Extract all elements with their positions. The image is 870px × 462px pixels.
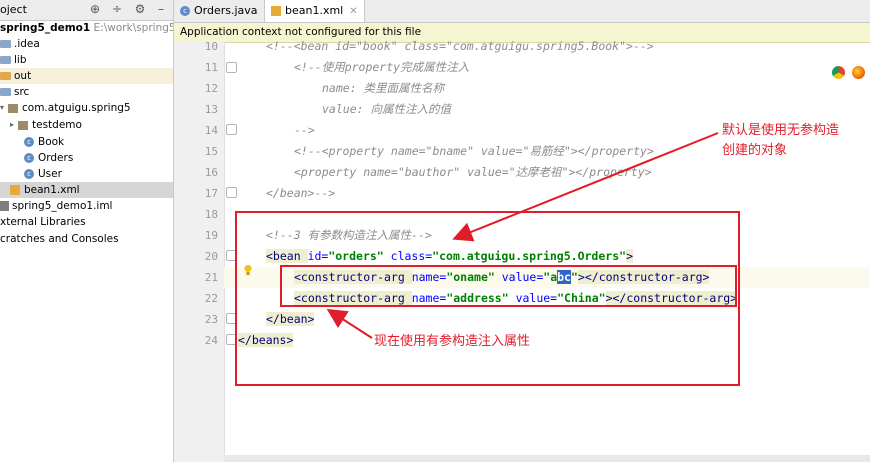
annotation-arrow-param: [326, 308, 373, 339]
annotation-arrows: [326, 132, 719, 339]
annotation-arrow-default: [452, 132, 719, 242]
